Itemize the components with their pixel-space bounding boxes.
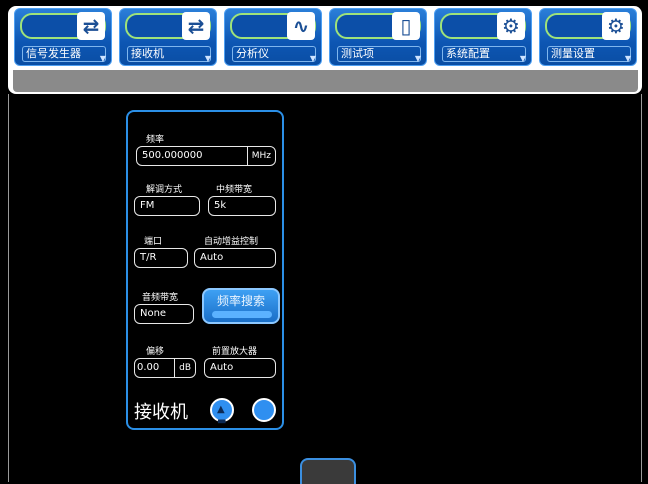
- audio-bandwidth-label: 音频带宽: [142, 293, 179, 303]
- panel-title: 接收机: [134, 402, 188, 423]
- frequency-unit[interactable]: MHz: [246, 147, 275, 165]
- left-border: [8, 94, 9, 482]
- demod-value: FM: [140, 200, 155, 211]
- tab-label: 系统配置: [442, 46, 526, 62]
- frequency-label: 频率: [146, 135, 165, 145]
- offset-unit[interactable]: dB: [174, 359, 195, 377]
- audio-bandwidth-field[interactable]: None: [134, 304, 194, 324]
- dropdown-triangle-icon: ▼: [99, 54, 106, 63]
- preamp-value: Auto: [210, 362, 234, 373]
- frequency-value: 500.000000: [142, 150, 203, 161]
- waveform-icon: ∿: [287, 12, 315, 40]
- port-value: T/R: [140, 252, 157, 263]
- swap-arrows-icon: ⇄: [77, 12, 105, 40]
- tab-analyzer[interactable]: ∿ 分析仪 ▼: [224, 8, 322, 66]
- tab-system-config[interactable]: ⚙ 系统配置 ▼: [434, 8, 532, 66]
- offset-value: 0.00: [137, 362, 160, 373]
- preamp-label: 前置放大器: [212, 347, 258, 357]
- if-bandwidth-label: 中频带宽: [216, 185, 253, 195]
- tab-label: 分析仪: [232, 46, 316, 62]
- test-clip-icon: ▯: [392, 12, 420, 40]
- tab-receiver[interactable]: ⇄ 接收机 ▼: [119, 8, 217, 66]
- right-border: [641, 94, 642, 482]
- toolbar-status-strip: [13, 70, 638, 92]
- frequency-field[interactable]: 500.000000 MHz: [136, 146, 276, 166]
- collapse-button[interactable]: ▲ ▬: [210, 398, 234, 427]
- dropdown-triangle-icon: ▼: [624, 54, 631, 63]
- tab-label: 测试项: [337, 46, 421, 62]
- tab-test-items[interactable]: ▯ 测试项 ▼: [329, 8, 427, 66]
- agc-label: 自动增益控制: [204, 237, 259, 247]
- offset-label: 偏移: [146, 347, 165, 357]
- wrench-icon: ⚙: [497, 12, 525, 40]
- dropdown-triangle-icon: ▼: [519, 54, 526, 63]
- tab-label: 接收机: [127, 46, 211, 62]
- bottom-drawer-handle[interactable]: [300, 458, 356, 484]
- port-field[interactable]: T/R: [134, 248, 188, 268]
- agc-value: Auto: [200, 252, 224, 263]
- frequency-search-button[interactable]: 频率搜索: [202, 288, 280, 324]
- preamp-field[interactable]: Auto: [204, 358, 276, 378]
- receiver-panel: 频率 500.000000 MHz 解调方式 中频带宽 FM 5k 端口 自动增…: [126, 110, 284, 430]
- agc-field[interactable]: Auto: [194, 248, 276, 268]
- demod-label: 解调方式: [146, 185, 183, 195]
- tab-signal-generator[interactable]: ⇄ 信号发生器 ▼: [14, 8, 112, 66]
- tab-label: 测量设置: [547, 46, 631, 62]
- demod-field[interactable]: FM: [134, 196, 200, 216]
- if-bandwidth-value: 5k: [214, 200, 227, 211]
- gear-icon: ⚙: [602, 12, 630, 40]
- port-label: 端口: [144, 237, 163, 247]
- dropdown-triangle-icon: ▼: [204, 54, 211, 63]
- if-bandwidth-field[interactable]: 5k: [208, 196, 276, 216]
- tab-label: 信号发生器: [22, 46, 106, 62]
- audio-bandwidth-value: None: [140, 308, 167, 319]
- toolbar-tabs: ⇄ 信号发生器 ▼ ⇄ 接收机 ▼ ∿ 分析仪 ▼ ▯ 测试项 ▼ ⚙ 系统配置…: [14, 8, 638, 70]
- round-action-button[interactable]: [252, 398, 276, 422]
- offset-field[interactable]: 0.00 dB: [134, 358, 196, 378]
- tab-measurement-settings[interactable]: ⚙ 测量设置 ▼: [539, 8, 637, 66]
- top-toolbar: ⇄ 信号发生器 ▼ ⇄ 接收机 ▼ ∿ 分析仪 ▼ ▯ 测试项 ▼ ⚙ 系统配置…: [0, 0, 648, 100]
- collapse-up-icon: ▲ ▬: [217, 404, 227, 427]
- swap-arrows-icon: ⇄: [182, 12, 210, 40]
- frequency-search-indicator: [212, 311, 272, 318]
- dropdown-triangle-icon: ▼: [309, 54, 316, 63]
- dropdown-triangle-icon: ▼: [414, 54, 421, 63]
- frequency-search-label: 频率搜索: [216, 294, 265, 308]
